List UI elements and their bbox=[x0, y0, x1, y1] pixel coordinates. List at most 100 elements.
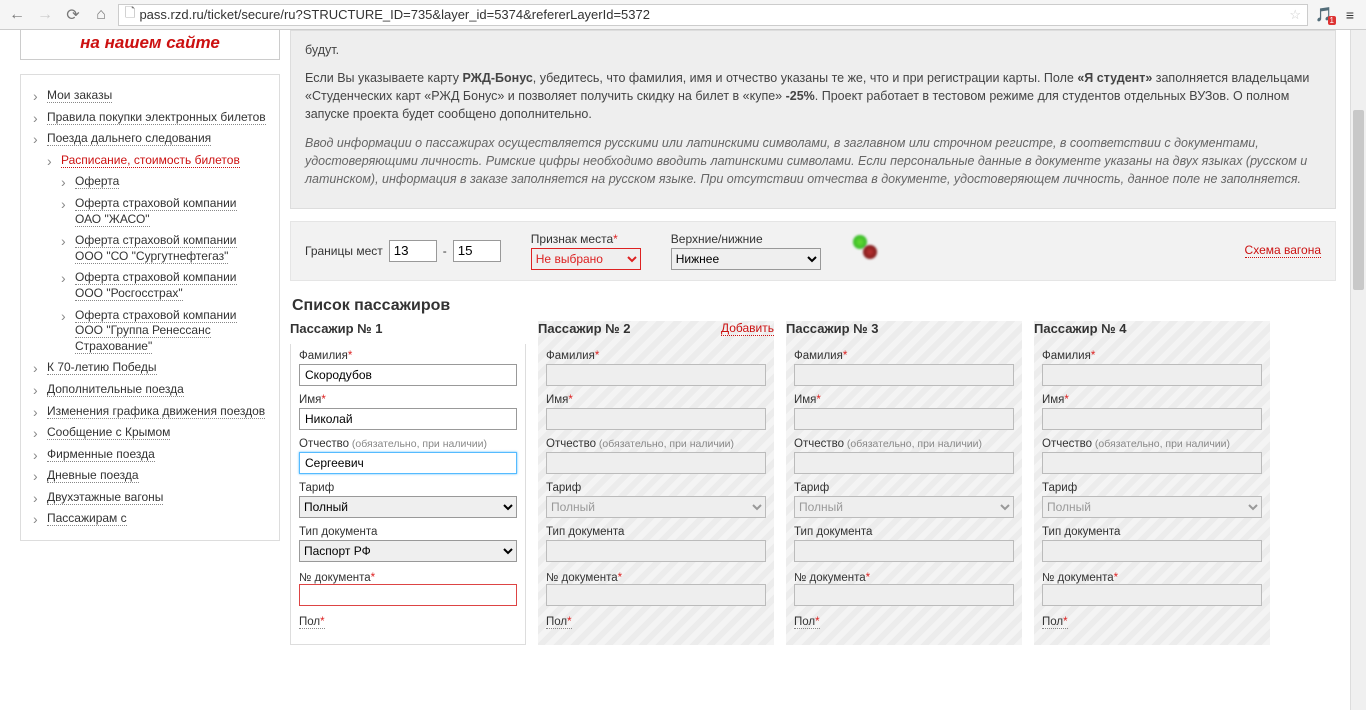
lastname-input[interactable] bbox=[299, 364, 517, 386]
page-icon: 🗋 bbox=[125, 4, 135, 26]
wagon-scheme-link[interactable]: Схема вагона bbox=[1245, 243, 1321, 258]
url-text: pass.rzd.ru/ticket/secure/ru?STRUCTURE_I… bbox=[139, 7, 650, 22]
passenger-body: Фамилия* Имя* Отчество (обязательно, при н… bbox=[786, 344, 1022, 644]
tariff-select[interactable]: Полный bbox=[299, 496, 517, 518]
firstname-label: Имя* bbox=[299, 394, 517, 406]
firstname-input[interactable] bbox=[546, 408, 766, 430]
lastname-input[interactable] bbox=[794, 364, 1014, 386]
doctype-label: Тип документа bbox=[299, 526, 517, 538]
doctype-input[interactable] bbox=[1042, 540, 1262, 562]
passenger-header: Пассажир № 2Добавить bbox=[538, 321, 774, 336]
info-tail: будут. bbox=[305, 41, 1321, 59]
middlename-input[interactable] bbox=[546, 452, 766, 474]
middlename-label: Отчество (обязательно, при наличии) bbox=[299, 438, 517, 450]
menu-icon[interactable]: ≡ bbox=[1340, 7, 1360, 23]
sidebar-item-ins-surgut[interactable]: Оферта страховой компанииООО "СО "Сургут… bbox=[65, 230, 271, 267]
middlename-label: Отчество (обязательно, при наличии) bbox=[546, 438, 766, 450]
seat-from-input[interactable] bbox=[389, 240, 437, 262]
lastname-label: Фамилия* bbox=[299, 350, 517, 362]
passenger-body: Фамилия*Имя*Отчество (обязательно, при н… bbox=[538, 344, 774, 644]
extension-icon[interactable]: 🎵1 bbox=[1314, 6, 1334, 23]
seat-options-bar: Границы мест - Признак места* Не выбрано… bbox=[290, 221, 1336, 281]
seat-range-label: Границы мест bbox=[305, 244, 383, 258]
doctype-select[interactable]: Паспорт РФ bbox=[299, 540, 517, 562]
doctype-input[interactable] bbox=[546, 540, 766, 562]
passenger-header: Пассажир № 4 bbox=[1034, 321, 1270, 336]
sidebar-item-long-distance[interactable]: Поезда дальнего следования bbox=[37, 128, 271, 150]
content-area: будут. Если Вы указываете карту РЖД-Бону… bbox=[290, 30, 1366, 645]
sidebar-item-orders[interactable]: Мои заказы bbox=[37, 85, 271, 107]
sidebar-item-branded[interactable]: Фирменные поезда bbox=[37, 444, 271, 466]
docnum-input[interactable] bbox=[1042, 584, 1262, 606]
promo-banner: на нашем сайте bbox=[20, 30, 280, 60]
passenger-title: Пассажир № 3 bbox=[786, 321, 879, 336]
docnum-input[interactable] bbox=[546, 584, 766, 606]
firstname-input[interactable] bbox=[299, 408, 517, 430]
status-dots bbox=[851, 239, 881, 263]
vertical-scrollbar[interactable] bbox=[1350, 30, 1366, 710]
lastname-label: Фамилия* bbox=[1042, 350, 1262, 362]
tariff-select[interactable]: Полный bbox=[794, 496, 1014, 518]
sidebar-item-ins-renaissance[interactable]: Оферта страховой компанииООО "Группа Рен… bbox=[65, 305, 271, 358]
tariff-label: Тариф bbox=[1042, 482, 1262, 494]
seat-range-group: Границы мест - bbox=[305, 240, 501, 262]
sidebar-menu: Мои заказы Правила покупки электронных б… bbox=[20, 74, 280, 541]
passenger-body: Фамилия* Имя* Отчество (обязательно, при н… bbox=[290, 344, 526, 645]
scrollbar-thumb[interactable] bbox=[1353, 110, 1364, 290]
firstname-label: Имя* bbox=[794, 394, 1014, 406]
firstname-label: Имя* bbox=[546, 394, 766, 406]
tariff-select[interactable]: Полный bbox=[546, 496, 766, 518]
sidebar-item-victory70[interactable]: К 70-летию Победы bbox=[37, 357, 271, 379]
bookmark-star-icon[interactable]: ☆ bbox=[1289, 7, 1301, 23]
passenger-column-4: Пассажир № 4Фамилия*Имя*Отчество (обязат… bbox=[1034, 321, 1270, 645]
lastname-input[interactable] bbox=[546, 364, 766, 386]
reload-button[interactable]: ⟳ bbox=[62, 4, 84, 26]
seat-level-label: Верхние/нижние bbox=[671, 232, 821, 246]
seat-level-select[interactable]: Нижнее bbox=[671, 248, 821, 270]
seat-level-group: Верхние/нижние Нижнее bbox=[671, 232, 821, 270]
sidebar-item-schedule[interactable]: Расписание, стоимость билетов bbox=[51, 150, 271, 172]
sidebar-item-doubledecker[interactable]: Двухэтажные вагоны bbox=[37, 487, 271, 509]
home-button[interactable]: ⌂ bbox=[90, 4, 112, 26]
gender-label: Пол* bbox=[794, 616, 820, 629]
lastname-input[interactable] bbox=[1042, 364, 1262, 386]
firstname-label: Имя* bbox=[1042, 394, 1262, 406]
browser-toolbar: ← → ⟳ ⌂ 🗋 pass.rzd.ru/ticket/secure/ru?S… bbox=[0, 0, 1366, 30]
sidebar-item-rules[interactable]: Правила покупки электронных билетов bbox=[37, 107, 271, 129]
sidebar-item-daytime[interactable]: Дневные поезда bbox=[37, 465, 271, 487]
sidebar-item-passengers-with[interactable]: Пассажирам с bbox=[37, 508, 271, 530]
passengers-row: Пассажир № 1Фамилия*Имя*Отчество (обязат… bbox=[290, 321, 1336, 645]
sidebar: на нашем сайте Мои заказы Правила покупк… bbox=[0, 30, 290, 645]
docnum-input[interactable] bbox=[299, 584, 517, 606]
address-bar[interactable]: 🗋 pass.rzd.ru/ticket/secure/ru?STRUCTURE… bbox=[118, 4, 1308, 26]
back-button[interactable]: ← bbox=[6, 4, 28, 26]
forward-button[interactable]: → bbox=[34, 4, 56, 26]
doctype-input[interactable] bbox=[794, 540, 1014, 562]
passenger-title: Пассажир № 4 bbox=[1034, 321, 1127, 336]
firstname-input[interactable] bbox=[1042, 408, 1262, 430]
sidebar-item-extra-trains[interactable]: Дополнительные поезда bbox=[37, 379, 271, 401]
doctype-label: Тип документа bbox=[794, 526, 1014, 538]
tariff-select[interactable]: Полный bbox=[1042, 496, 1262, 518]
firstname-input[interactable] bbox=[794, 408, 1014, 430]
seat-sign-select[interactable]: Не выбрано bbox=[531, 248, 641, 270]
passenger-column-2: Пассажир № 2Добавить Фамилия*Имя*Отчество… bbox=[538, 321, 774, 645]
tariff-label: Тариф bbox=[546, 482, 766, 494]
sidebar-item-offer[interactable]: Оферта bbox=[65, 171, 271, 193]
gender-label: Пол* bbox=[546, 616, 572, 629]
middlename-input[interactable] bbox=[794, 452, 1014, 474]
middlename-label: Отчество (обязательно, при наличии) bbox=[794, 438, 1014, 450]
passenger-column-3: Пассажир № 3 Фамилия* Имя* Отчество (обязат… bbox=[786, 321, 1022, 645]
sidebar-item-ins-rosgos[interactable]: Оферта страховой компанииООО "Росгосстра… bbox=[65, 267, 271, 304]
middlename-input[interactable] bbox=[299, 452, 517, 474]
add-passenger-link[interactable]: Добавить bbox=[721, 321, 774, 336]
seat-to-input[interactable] bbox=[453, 240, 501, 262]
sidebar-item-ins-zhaso[interactable]: Оферта страховой компанииОАО "ЖАСО" bbox=[65, 193, 271, 230]
docnum-input[interactable] bbox=[794, 584, 1014, 606]
sidebar-item-schedule-changes[interactable]: Изменения графика движения поездов bbox=[37, 401, 271, 423]
passengers-title: Список пассажиров bbox=[292, 297, 1336, 315]
passenger-body: Фамилия*Имя*Отчество (обязательно, при н… bbox=[1034, 344, 1270, 644]
middlename-input[interactable] bbox=[1042, 452, 1262, 474]
sidebar-item-crimea[interactable]: Сообщение с Крымом bbox=[37, 422, 271, 444]
lastname-label: Фамилия* bbox=[794, 350, 1014, 362]
